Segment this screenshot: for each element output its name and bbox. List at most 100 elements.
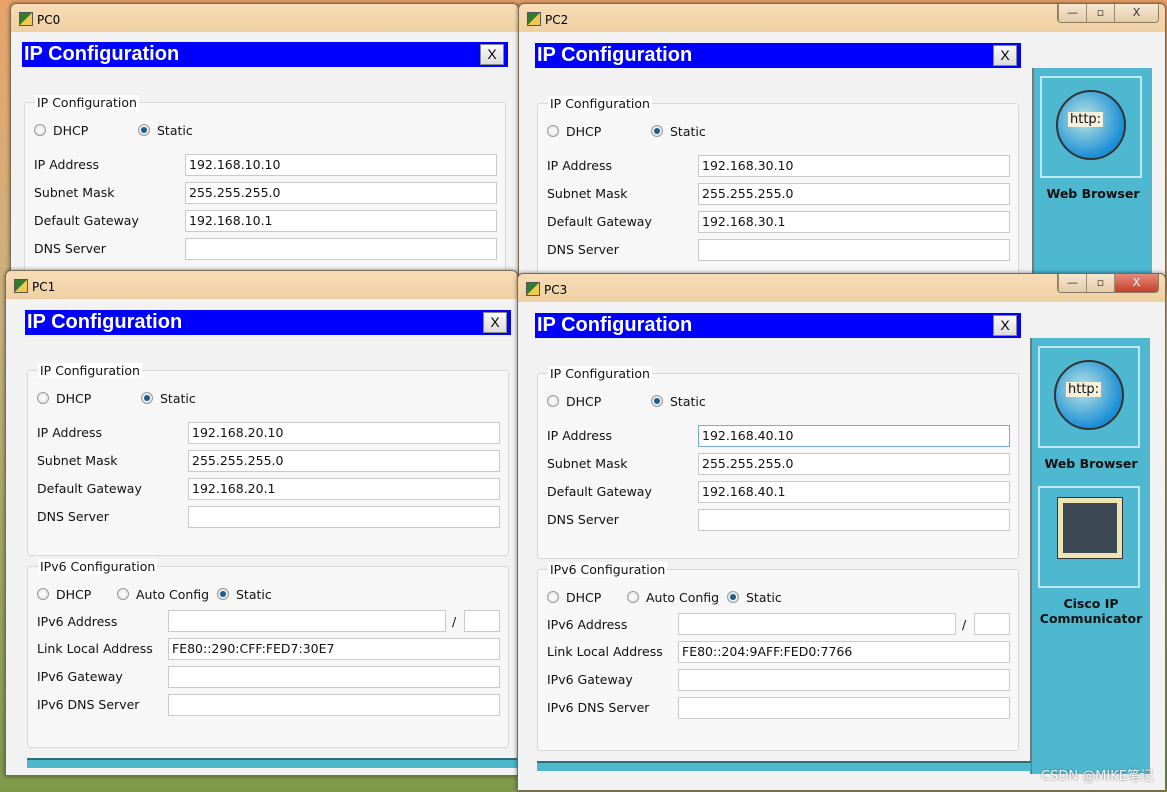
ipv6-auto-config-radio[interactable] — [627, 591, 639, 603]
bottom-bar — [27, 758, 518, 768]
app-tile-ip-communicator[interactable] — [1038, 486, 1140, 588]
dialog-header: IP Configuration X — [535, 313, 1021, 338]
ipv6-static-label[interactable]: Static — [236, 587, 272, 602]
ipv6-dhcp-label[interactable]: DHCP — [566, 590, 601, 605]
link-local-address-input[interactable]: FE80::290:CFF:FED7:30E7 — [168, 638, 500, 660]
minimize-button[interactable]: — — [1058, 274, 1086, 292]
ipv6-prefix-input[interactable] — [464, 610, 500, 632]
dns-server-label: DNS Server — [547, 512, 619, 527]
static-radio[interactable] — [651, 125, 663, 137]
ip-address-input[interactable]: 192.168.40.10 — [698, 425, 1010, 447]
app-label[interactable]: Cisco IP Communicator — [1032, 596, 1150, 626]
default-gateway-label: Default Gateway — [37, 481, 142, 496]
link-local-address-label: Link Local Address — [547, 644, 663, 659]
dialog-header: IP Configuration X — [22, 42, 508, 67]
static-radio[interactable] — [138, 124, 150, 136]
ipv6-dns-server-input[interactable] — [168, 694, 500, 716]
prefix-slash: / — [962, 617, 967, 632]
group-label: IP Configuration — [38, 363, 142, 378]
dns-server-input[interactable] — [698, 239, 1010, 261]
group-label: IP Configuration — [35, 95, 139, 110]
ipv6-dns-server-input[interactable] — [678, 697, 1010, 719]
default-gateway-input[interactable]: 192.168.40.1 — [698, 481, 1010, 503]
app-tile-web-browser[interactable]: http: — [1040, 76, 1142, 178]
group-label: IPv6 Configuration — [38, 559, 158, 574]
static-label[interactable]: Static — [670, 124, 706, 139]
maximize-button[interactable]: ▫ — [1086, 274, 1114, 292]
close-window-button[interactable]: X — [1114, 274, 1158, 292]
default-gateway-input[interactable]: 192.168.10.1 — [185, 210, 497, 232]
ip-address-input[interactable]: 192.168.30.10 — [698, 155, 1010, 177]
subnet-mask-label: Subnet Mask — [37, 453, 118, 468]
dns-server-input[interactable] — [185, 238, 497, 260]
link-local-address-label: Link Local Address — [37, 641, 153, 656]
ip-address-label: IP Address — [37, 425, 102, 440]
subnet-mask-input[interactable]: 255.255.255.0 — [698, 183, 1010, 205]
ipv6-address-input[interactable] — [168, 610, 446, 632]
ipv6-auto-config-label[interactable]: Auto Config — [646, 590, 719, 605]
static-label[interactable]: Static — [160, 391, 196, 406]
close-dialog-button[interactable]: X — [483, 312, 507, 333]
dhcp-label[interactable]: DHCP — [566, 394, 601, 409]
ipv6-dhcp-label[interactable]: DHCP — [56, 587, 91, 602]
subnet-mask-input[interactable]: 255.255.255.0 — [185, 182, 497, 204]
ip-address-label: IP Address — [547, 428, 612, 443]
static-label[interactable]: Static — [157, 123, 193, 138]
ipv6-dhcp-radio[interactable] — [37, 588, 49, 600]
dhcp-radio[interactable] — [547, 125, 559, 137]
default-gateway-input[interactable]: 192.168.20.1 — [188, 478, 500, 500]
close-dialog-button[interactable]: X — [993, 315, 1017, 336]
link-local-address-input[interactable]: FE80::204:9AFF:FED0:7766 — [678, 641, 1010, 663]
window-title: PC1 — [32, 280, 56, 294]
dhcp-label[interactable]: DHCP — [53, 123, 88, 138]
ip-address-label: IP Address — [34, 157, 99, 172]
ipv6-static-label[interactable]: Static — [746, 590, 782, 605]
ip-configuration-dialog: IP Configuration X IP Configuration DHCP Sta… — [535, 313, 1021, 783]
close-dialog-button[interactable]: X — [480, 44, 504, 65]
default-gateway-input[interactable]: 192.168.30.1 — [698, 211, 1010, 233]
prefix-slash: / — [452, 614, 457, 629]
maximize-button[interactable]: ▫ — [1086, 4, 1114, 22]
dhcp-label[interactable]: DHCP — [566, 124, 601, 139]
dialog-title: IP Configuration — [27, 311, 183, 333]
close-dialog-button[interactable]: X — [993, 45, 1017, 66]
ipv6-gateway-input[interactable] — [678, 669, 1010, 691]
dhcp-label[interactable]: DHCP — [56, 391, 91, 406]
dhcp-radio[interactable] — [547, 395, 559, 407]
ipv6-gateway-label: IPv6 Gateway — [37, 669, 123, 684]
app-tile-web-browser[interactable]: http: — [1038, 346, 1140, 448]
dialog-title: IP Configuration — [24, 43, 180, 65]
dns-server-input[interactable] — [188, 506, 500, 528]
static-radio[interactable] — [651, 395, 663, 407]
minimize-button[interactable]: — — [1058, 4, 1086, 22]
ipv6-auto-config-radio[interactable] — [117, 588, 129, 600]
dns-server-label: DNS Server — [37, 509, 109, 524]
default-gateway-label: Default Gateway — [34, 213, 139, 228]
ipv6-dhcp-radio[interactable] — [547, 591, 559, 603]
close-window-button[interactable]: X — [1114, 4, 1158, 22]
packet-tracer-pc-icon — [19, 12, 33, 26]
desktop-apps-panel: http: Web Browser Cisco IP Communicator — [1030, 338, 1150, 774]
dhcp-radio[interactable] — [34, 124, 46, 136]
subnet-mask-label: Subnet Mask — [34, 185, 115, 200]
subnet-mask-input[interactable]: 255.255.255.0 — [188, 450, 500, 472]
ipv6-prefix-input[interactable] — [974, 613, 1010, 635]
ip-address-input[interactable]: 192.168.10.10 — [185, 154, 497, 176]
ipv6-gateway-input[interactable] — [168, 666, 500, 688]
ip-configuration-dialog: IP Configuration X IP Configuration DHCP Sta… — [25, 310, 511, 780]
dhcp-radio[interactable] — [37, 392, 49, 404]
app-label[interactable]: Web Browser — [1032, 456, 1150, 471]
desktop-apps-panel: http: Web Browser — [1032, 68, 1152, 288]
ipv6-auto-config-label[interactable]: Auto Config — [136, 587, 209, 602]
ipv6-static-radio[interactable] — [727, 591, 739, 603]
app-label[interactable]: Web Browser — [1034, 186, 1152, 201]
ip-address-input[interactable]: 192.168.20.10 — [188, 422, 500, 444]
ipv6-address-input[interactable] — [678, 613, 956, 635]
static-radio[interactable] — [141, 392, 153, 404]
packet-tracer-pc-icon — [14, 279, 28, 293]
ipv6-static-radio[interactable] — [217, 588, 229, 600]
static-label[interactable]: Static — [670, 394, 706, 409]
ip-communicator-icon — [1057, 497, 1123, 559]
dns-server-input[interactable] — [698, 509, 1010, 531]
subnet-mask-input[interactable]: 255.255.255.0 — [698, 453, 1010, 475]
